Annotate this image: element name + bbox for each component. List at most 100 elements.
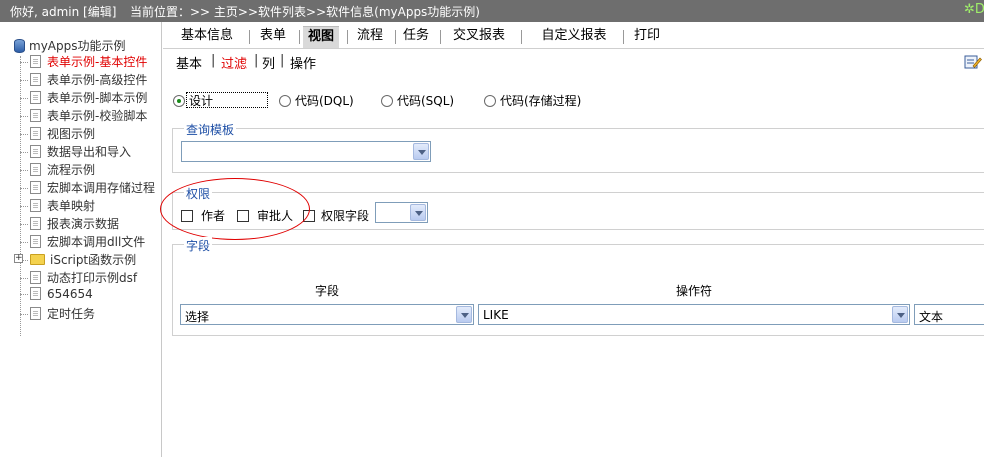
tree-item-label: 流程示例 <box>47 163 96 177</box>
radio-label: 代码(存储过程) <box>500 94 582 108</box>
document-icon <box>30 109 41 122</box>
tab-separator <box>440 30 441 44</box>
document-icon <box>30 235 41 248</box>
select-value: LIKE <box>483 308 509 322</box>
tab-basic-info[interactable]: 基本信息 <box>175 26 239 48</box>
document-icon <box>30 287 41 300</box>
document-icon <box>30 127 41 140</box>
chevron-down-icon <box>456 306 472 323</box>
operator-select[interactable]: LIKE <box>478 304 910 325</box>
sidebar: myApps功能示例 表单示例-基本控件 表单示例-高级控件 表单示例-脚本示例… <box>0 22 162 457</box>
document-icon <box>30 163 41 176</box>
perm-field-select[interactable] <box>375 202 428 223</box>
column-header-field: 字段 <box>315 284 340 298</box>
database-icon <box>14 39 25 53</box>
tree-item-label: 表单映射 <box>47 199 96 213</box>
focus-outline <box>186 92 268 108</box>
expand-icon[interactable]: + <box>14 254 23 263</box>
tree-item-label: 表单示例-基本控件 <box>47 55 148 69</box>
tab-print[interactable]: 打印 <box>631 26 663 48</box>
tree-item-form-basic[interactable]: 表单示例-基本控件 <box>20 53 147 71</box>
tree-item-macro-proc[interactable]: 宏脚本调用存储过程 <box>20 179 155 197</box>
tree-item-label: 动态打印示例dsf <box>47 271 138 285</box>
tab-separator <box>347 30 348 44</box>
tree-item-scheduled-task[interactable]: 定时任务 <box>20 305 95 323</box>
tree-item-report-demo[interactable]: 报表演示数据 <box>20 215 119 233</box>
tree-item-view[interactable]: 视图示例 <box>20 125 95 143</box>
tree-item-label: iScript函数示例 <box>50 253 137 267</box>
column-header-operator: 操作符 <box>676 284 713 298</box>
document-icon <box>30 91 41 104</box>
subtab-actions[interactable]: 操作 <box>290 53 316 72</box>
tree-item-label: 报表演示数据 <box>47 217 120 231</box>
tree-item-form-advanced[interactable]: 表单示例-高级控件 <box>20 71 147 89</box>
subtab-filter[interactable]: 过滤 <box>221 53 247 72</box>
sub-tabs: 基本 | 过滤 | 列 | 操作 <box>163 50 984 72</box>
document-icon <box>30 307 41 320</box>
tree-item-654654[interactable]: 654654 <box>20 287 93 305</box>
tree-root-label: myApps功能示例 <box>29 39 126 53</box>
perm-field-checkbox[interactable]: 权限字段 <box>303 207 369 224</box>
bug-icon[interactable]: ✲D <box>964 2 984 20</box>
query-template-legend: 查询模板 <box>184 121 237 138</box>
tree-item-print-dsf[interactable]: 动态打印示例dsf <box>20 269 137 287</box>
tree-item-workflow[interactable]: 流程示例 <box>20 161 95 179</box>
breadcrumb[interactable]: 当前位置：>> 主页>>软件列表>>软件信息(myApps功能示例) <box>130 3 480 20</box>
select-value: 选择 <box>185 310 210 324</box>
tree-item-label: 表单示例-脚本示例 <box>47 91 148 105</box>
tab-separator <box>521 30 522 44</box>
subtab-basic[interactable]: 基本 <box>176 53 202 72</box>
tab-separator <box>299 30 300 44</box>
tab-cross-report[interactable]: 交叉报表 <box>449 26 509 48</box>
document-icon <box>30 217 41 230</box>
document-icon <box>30 271 41 284</box>
save-icon[interactable] <box>964 54 982 70</box>
tree-item-iscript-folder[interactable]: + iScript函数示例 <box>14 251 137 269</box>
document-icon <box>30 199 41 212</box>
tree-root[interactable]: myApps功能示例 <box>14 37 126 54</box>
document-icon <box>30 145 41 158</box>
tree-item-label: 表单示例-校验脚本 <box>47 109 148 123</box>
tree-item-label: 表单示例-高级控件 <box>47 73 148 87</box>
tree-item-form-validate[interactable]: 表单示例-校验脚本 <box>20 107 147 125</box>
tree-item-import-export[interactable]: 数据导出和导入 <box>20 143 131 161</box>
tree-item-label: 654654 <box>47 287 93 301</box>
query-template-select[interactable] <box>181 141 431 162</box>
radio-dql[interactable]: 代码(DQL) <box>279 92 354 109</box>
tree-item-macro-dll[interactable]: 宏脚本调用dll文件 <box>20 233 145 251</box>
tree-item-label: 宏脚本调用存储过程 <box>47 181 156 195</box>
tree-item-label: 视图示例 <box>47 127 96 141</box>
select-value: 文本 <box>919 310 944 324</box>
radio-stored-proc[interactable]: 代码(存储过程) <box>484 92 581 109</box>
folder-icon <box>30 254 45 265</box>
chevron-down-icon <box>410 204 426 221</box>
tab-separator <box>623 30 624 44</box>
tab-task[interactable]: 任务 <box>399 26 433 48</box>
document-icon <box>30 181 41 194</box>
chevron-down-icon <box>892 306 908 323</box>
radio-checked-icon <box>173 95 185 107</box>
radio-icon <box>484 95 496 107</box>
tab-form[interactable]: 表单 <box>255 26 291 48</box>
chevron-down-icon <box>413 143 429 160</box>
tab-custom-report[interactable]: 自定义报表 <box>537 26 611 48</box>
tab-separator <box>249 30 250 44</box>
highlight-ellipse <box>160 178 310 240</box>
greeting-text[interactable]: 你好, admin [编辑] <box>10 3 116 20</box>
tree-item-form-mapping[interactable]: 表单映射 <box>20 197 95 215</box>
radio-label: 代码(DQL) <box>295 94 354 108</box>
tab-view[interactable]: 视图 <box>303 26 339 48</box>
tree-item-label: 定时任务 <box>47 307 96 321</box>
document-icon <box>30 55 41 68</box>
document-icon <box>30 73 41 86</box>
tree-item-form-script[interactable]: 表单示例-脚本示例 <box>20 89 147 107</box>
value-type-select[interactable]: 文本 <box>914 304 984 325</box>
tree-item-label: 数据导出和导入 <box>47 145 132 159</box>
tab-workflow[interactable]: 流程 <box>353 26 387 48</box>
radio-sql[interactable]: 代码(SQL) <box>381 92 454 109</box>
radio-icon <box>381 95 393 107</box>
field-select[interactable]: 选择 <box>180 304 474 325</box>
radio-icon <box>279 95 291 107</box>
main-tabs: 基本信息 表单 视图 流程 任务 交叉报表 自定义报表 打印 <box>163 23 984 49</box>
subtab-columns[interactable]: 列 <box>262 53 275 72</box>
